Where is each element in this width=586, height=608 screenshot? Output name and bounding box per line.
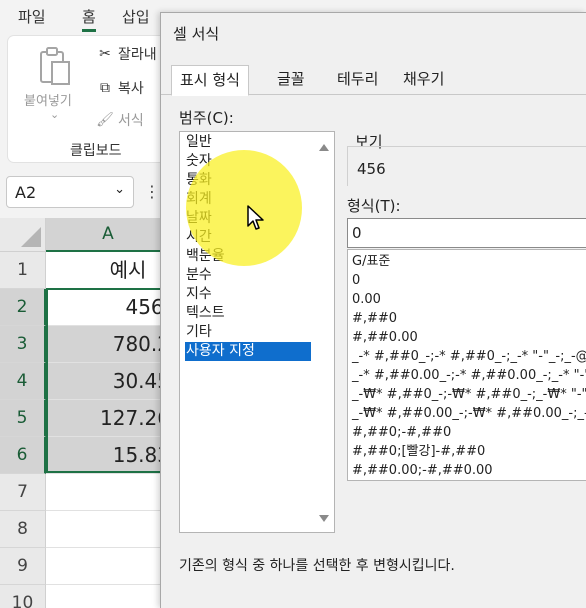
clipboard-group: 붙여넣기 ⌄ ✂ 잘라내 ⧉ 복사 🖌 서식 클립보드 — [8, 36, 168, 162]
category-item-scientific[interactable]: 지수 — [185, 285, 311, 304]
copy-icon: ⧉ — [100, 80, 110, 96]
format-code-list[interactable]: G/표준 0 0.00 #,##0 #,##0.00 _-* #,##0_-;-… — [347, 249, 586, 481]
row-header-10[interactable]: 10 — [0, 585, 46, 608]
format-item[interactable]: #,##0 — [352, 309, 397, 328]
tab-fill[interactable]: 채우기 — [395, 65, 452, 95]
paste-icon[interactable] — [38, 46, 72, 86]
brush-icon: 🖌 — [96, 112, 114, 128]
scroll-up-icon[interactable] — [319, 144, 329, 151]
tab-home[interactable]: 홈 — [82, 6, 96, 32]
hint-text: 기존의 형식 중 하나를 선택한 후 변형시킵니다. — [179, 558, 455, 574]
format-painter-label: 서식 — [118, 113, 144, 129]
clipboard-group-label: 클립보드 — [70, 143, 122, 159]
paste-dropdown-icon[interactable]: ⌄ — [50, 108, 59, 121]
category-item-special[interactable]: 기타 — [185, 323, 311, 342]
select-all-triangle-icon — [21, 227, 41, 247]
category-scrollbar[interactable] — [314, 132, 334, 532]
cell-a8[interactable] — [46, 511, 170, 548]
category-item-fraction[interactable]: 분수 — [185, 266, 311, 285]
row-header-4[interactable]: 4 — [0, 363, 46, 400]
cut-button[interactable]: ✂ 잘라내 — [96, 44, 157, 64]
format-item[interactable]: #,##0.00 — [352, 328, 418, 347]
cell-a7[interactable] — [46, 474, 170, 511]
tab-insert[interactable]: 삽입 — [122, 6, 150, 27]
category-item-custom[interactable]: 사용자 지정 — [185, 342, 311, 361]
name-box[interactable]: A2 ⌄ — [6, 176, 134, 208]
row-header-6[interactable]: 6 — [0, 437, 46, 474]
row-header-2[interactable]: 2 — [0, 289, 46, 326]
tab-file[interactable]: 파일 — [18, 6, 46, 27]
format-item[interactable]: _-* #,##0.00_-;-* #,##0.00_-;_-* "-" — [352, 366, 586, 385]
dialog-tab-strip: 표시 형식 글꼴 테두리 채우기 — [161, 65, 586, 96]
dialog-title: 셀 서식 — [173, 25, 220, 43]
type-label: 형식(T): — [347, 197, 401, 215]
cursor-highlight — [186, 150, 302, 266]
format-item[interactable]: _-* #,##0_-;-* #,##0_-;_-* "-"_-;_-@ — [352, 347, 586, 366]
row-header-1[interactable]: 1 — [0, 252, 46, 289]
tab-border[interactable]: 테두리 — [329, 65, 386, 95]
type-input[interactable]: 0 — [347, 218, 586, 248]
format-painter-button[interactable]: 🖌 서식 — [96, 110, 144, 130]
row-header-7[interactable]: 7 — [0, 474, 46, 511]
row-header-9[interactable]: 9 — [0, 548, 46, 585]
format-item[interactable]: 0 — [352, 271, 360, 290]
more-options-icon[interactable]: ⋮ — [144, 182, 160, 201]
copy-button[interactable]: ⧉ 복사 — [96, 78, 144, 98]
row-header-5[interactable]: 5 — [0, 400, 46, 437]
name-box-value: A2 — [15, 183, 37, 202]
format-item[interactable]: #,##0;-#,##0 — [352, 423, 451, 442]
format-item[interactable]: _-₩* #,##0.00_-;-₩* #,##0.00_-;_-₩ — [352, 404, 586, 423]
selection-border — [46, 288, 170, 473]
cut-label: 잘라내 — [118, 47, 157, 63]
cell-a1[interactable]: 예시 — [46, 252, 170, 289]
row-header-8[interactable]: 8 — [0, 511, 46, 548]
tab-number[interactable]: 표시 형식 — [171, 65, 249, 96]
scissors-icon: ✂ — [99, 46, 111, 62]
copy-label: 복사 — [118, 81, 144, 97]
format-cells-dialog: 셀 서식 표시 형식 글꼴 테두리 채우기 범주(C): 일반 숫자 통화 회계… — [160, 12, 586, 608]
column-header-a[interactable]: A — [46, 218, 170, 252]
scroll-down-icon[interactable] — [319, 515, 329, 522]
category-label: 범주(C): — [179, 109, 234, 127]
chevron-down-icon[interactable]: ⌄ — [114, 182, 125, 197]
format-item[interactable]: #,##0;[빨강]-#,##0 — [352, 442, 485, 461]
tab-font[interactable]: 글꼴 — [269, 65, 313, 95]
category-item-text[interactable]: 텍스트 — [185, 304, 311, 323]
format-item[interactable]: 0.00 — [352, 290, 381, 309]
format-item[interactable]: G/표준 — [352, 252, 390, 271]
format-item[interactable]: _-₩* #,##0_-;-₩* #,##0_-;_-₩* "-"_ — [352, 385, 586, 404]
paste-button[interactable]: 붙여넣기 — [24, 90, 72, 109]
select-all-button[interactable] — [0, 218, 46, 252]
row-header-3[interactable]: 3 — [0, 326, 46, 363]
cell-a9[interactable] — [46, 548, 170, 585]
mouse-pointer-icon — [247, 205, 264, 230]
sample-value: 456 — [357, 160, 386, 178]
worksheet-grid[interactable]: A 1 2 3 4 5 6 7 8 9 10 예시 456. 780.2 30.… — [0, 218, 170, 608]
format-item[interactable]: #,##0.00;-#,##0.00 — [352, 461, 493, 480]
